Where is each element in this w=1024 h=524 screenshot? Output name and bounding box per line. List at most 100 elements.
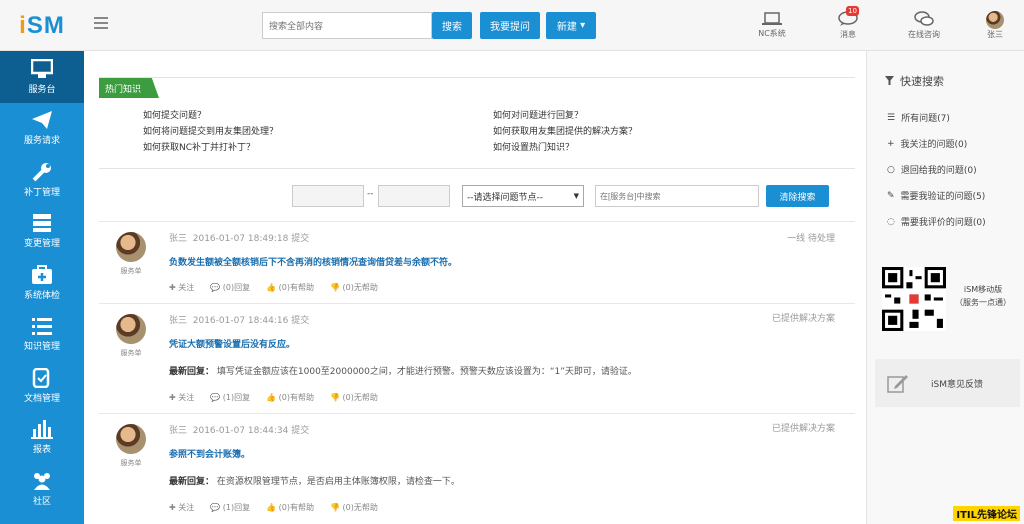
paper-plane-icon <box>32 111 52 130</box>
search-input[interactable] <box>262 12 432 39</box>
messages-menu[interactable]: 消息 10 <box>818 0 878 51</box>
list-icon <box>32 318 52 336</box>
main-content: 热门知识 如何提交问题？ 如何对问题进行回复？ 如何将问题提交到用友集团处理？ … <box>84 51 866 524</box>
date-to-input[interactable] <box>378 185 450 207</box>
post-actions: ✚ 关注 💬 (0)回复 👍 (0)有帮助 👎 (0)无帮助 <box>169 282 378 293</box>
feedback-button[interactable]: iSM意见反馈 <box>875 359 1020 407</box>
question-title[interactable]: 负数发生额被全额核销后下不含再消的核销情况查询借贷差与余额不符。 <box>169 255 457 268</box>
nc-system-menu[interactable]: NC系统 <box>742 0 802 51</box>
quick-all-questions[interactable]: ☰ 所有问题(7) <box>887 111 950 125</box>
unhelpful-button[interactable]: 👎 (0)无帮助 <box>330 392 378 403</box>
status-label: 已提供解决方案 <box>771 314 835 324</box>
avatar-label: 服务单 <box>120 349 142 357</box>
hot-link[interactable]: 如何提交问题？ <box>143 108 206 121</box>
sidebar-item-service-desk[interactable]: 服务台 <box>0 51 84 103</box>
hot-knowledge-panel: 热门知识 如何提交问题？ 如何对问题进行回复？ 如何将问题提交到用友集团处理？ … <box>99 77 855 169</box>
clear-search-button[interactable]: 清除搜索 <box>766 185 829 207</box>
monitor-icon <box>31 58 53 78</box>
post-meta: 张三 2016-01-07 18:44:34 提交 <box>169 423 309 436</box>
quick-evaluate-questions[interactable]: ◌ 需要我评价的问题(0) <box>887 215 986 229</box>
new-dropdown-button[interactable]: 新建 ▾ <box>546 12 596 39</box>
quick-verify-questions[interactable]: ✎ 需要我验证的问题(5) <box>887 189 985 203</box>
hot-knowledge-tag: 热门知识 <box>99 78 160 98</box>
comment-icon: ◌ <box>887 216 895 227</box>
top-bar: iSM 搜索 我要提问 新建 ▾ NC系统 消息 10 在线咨询 张三 <box>0 0 1024 51</box>
author-name[interactable]: 张三 <box>169 234 187 244</box>
latest-reply: 最新回复： 填写凭证金额应该在1000至2000000之间，才能进行预警。预警天… <box>169 367 637 377</box>
ask-question-button[interactable]: 我要提问 <box>480 12 540 39</box>
search-button[interactable]: 搜索 <box>432 12 472 39</box>
range-separator: -- <box>367 189 374 199</box>
latest-reply: 最新回复： 在资源权限管理节点，是否启用主体账簿权限，请检查一下。 <box>169 477 460 487</box>
follow-button[interactable]: ✚ 关注 <box>169 392 194 403</box>
hot-link[interactable]: 如何将问题提交到用友集团处理？ <box>143 124 278 137</box>
question-item[interactable]: 服务单 张三 2016-01-07 18:44:34 提交 已提供解决方案 参照… <box>99 413 855 524</box>
list-icon: ☰ <box>887 112 896 123</box>
follow-button[interactable]: ✚ 关注 <box>169 502 194 513</box>
sidebar-item-change[interactable]: 变更管理 <box>0 206 84 258</box>
status-label: 一线 待处理 <box>787 234 835 244</box>
quick-followed-questions[interactable]: + 我关注的问题(0) <box>887 137 967 151</box>
document-icon <box>32 367 50 388</box>
avatar <box>116 232 146 262</box>
quick-returned-questions[interactable]: ○ 退回给我的问题(0) <box>887 163 977 177</box>
question-node-select[interactable]: --请选择问题节点-- ▼ <box>462 185 584 207</box>
question-title[interactable]: 参照不到会计账簿。 <box>169 447 250 460</box>
reply-button[interactable]: 💬 (1)回复 <box>210 502 250 513</box>
pencil-icon: ✎ <box>887 190 895 201</box>
post-actions: ✚ 关注 💬 (1)回复 👍 (0)有帮助 👎 (0)无帮助 <box>169 392 378 403</box>
medical-kit-icon <box>32 264 52 284</box>
hot-link[interactable]: 如何设置热门知识？ <box>493 140 574 153</box>
helpful-button[interactable]: 👍 (0)有帮助 <box>266 392 314 403</box>
question-title[interactable]: 凭证大额预警设置后没有反应。 <box>169 337 295 350</box>
plus-icon: + <box>887 138 895 149</box>
hot-link[interactable]: 如何对问题进行回复？ <box>493 108 583 121</box>
sidebar-item-patch[interactable]: 补丁管理 <box>0 154 84 206</box>
post-time: 2016-01-07 18:49:18 提交 <box>192 234 310 244</box>
avatar-label: 服务单 <box>120 459 142 467</box>
unhelpful-button[interactable]: 👎 (0)无帮助 <box>330 282 378 293</box>
helpful-button[interactable]: 👍 (0)有帮助 <box>266 282 314 293</box>
qr-code-image <box>882 267 946 331</box>
author-name[interactable]: 张三 <box>169 426 187 436</box>
sidebar-item-community[interactable]: 社区 <box>0 463 84 515</box>
sidebar-item-service-request[interactable]: 服务请求 <box>0 103 84 155</box>
hot-link[interactable]: 如何获取用友集团提供的解决方案？ <box>493 124 637 137</box>
date-from-input[interactable] <box>292 185 364 207</box>
follow-button[interactable]: ✚ 关注 <box>169 282 194 293</box>
question-item[interactable]: 服务单 张三 2016-01-07 18:44:16 提交 已提供解决方案 凭证… <box>99 303 855 413</box>
question-item[interactable]: 服务单 张三 2016-01-07 18:49:18 提交 一线 待处理 负数发… <box>99 221 855 303</box>
quick-search-title: 快速搜索 <box>885 73 944 89</box>
helpful-button[interactable]: 👍 (0)有帮助 <box>266 502 314 513</box>
author-name[interactable]: 张三 <box>169 316 187 326</box>
message-count-badge: 10 <box>846 6 859 16</box>
watermark-text: ITIL先锋论坛 <box>953 506 1020 521</box>
quick-search-panel: 快速搜索 ☰ 所有问题(7) + 我关注的问题(0) ○ 退回给我的问题(0) ✎ 需要… <box>866 51 1024 524</box>
users-icon <box>34 472 50 490</box>
online-consult[interactable]: 在线咨询 <box>894 0 954 51</box>
sidebar: 服务台 服务请求 补丁管理 变更管理 系统体检 知识管理 文档管理 报表 社区 <box>0 51 84 524</box>
keyword-search-input[interactable] <box>595 185 759 207</box>
unhelpful-button[interactable]: 👎 (0)无帮助 <box>330 502 378 513</box>
sidebar-item-knowledge[interactable]: 知识管理 <box>0 309 84 361</box>
bar-chart-icon <box>31 420 53 440</box>
avatar <box>116 314 146 344</box>
mobile-app-label: iSM移动版 （服务一点通） <box>955 285 1011 307</box>
menu-toggle-icon[interactable] <box>94 14 114 34</box>
user-menu[interactable]: 张三 <box>970 0 1020 51</box>
post-meta: 张三 2016-01-07 18:44:16 提交 <box>169 313 309 326</box>
ism-logo[interactable]: i SM <box>0 0 84 51</box>
reply-button[interactable]: 💬 (0)回复 <box>210 282 250 293</box>
sidebar-item-health-check[interactable]: 系统体检 <box>0 257 84 309</box>
laptop-icon <box>762 12 782 25</box>
comments-icon <box>914 11 934 26</box>
post-meta: 张三 2016-01-07 18:49:18 提交 <box>169 231 309 244</box>
sidebar-item-documents[interactable]: 文档管理 <box>0 360 84 412</box>
wrench-icon <box>32 162 51 182</box>
post-time: 2016-01-07 18:44:16 提交 <box>192 316 310 326</box>
reply-button[interactable]: 💬 (1)回复 <box>210 392 250 403</box>
avatar <box>116 424 146 454</box>
hot-link[interactable]: 如何获取NC补丁并打补丁？ <box>143 140 255 153</box>
sidebar-item-reports[interactable]: 报表 <box>0 412 84 464</box>
avatar-label: 服务单 <box>120 267 142 275</box>
